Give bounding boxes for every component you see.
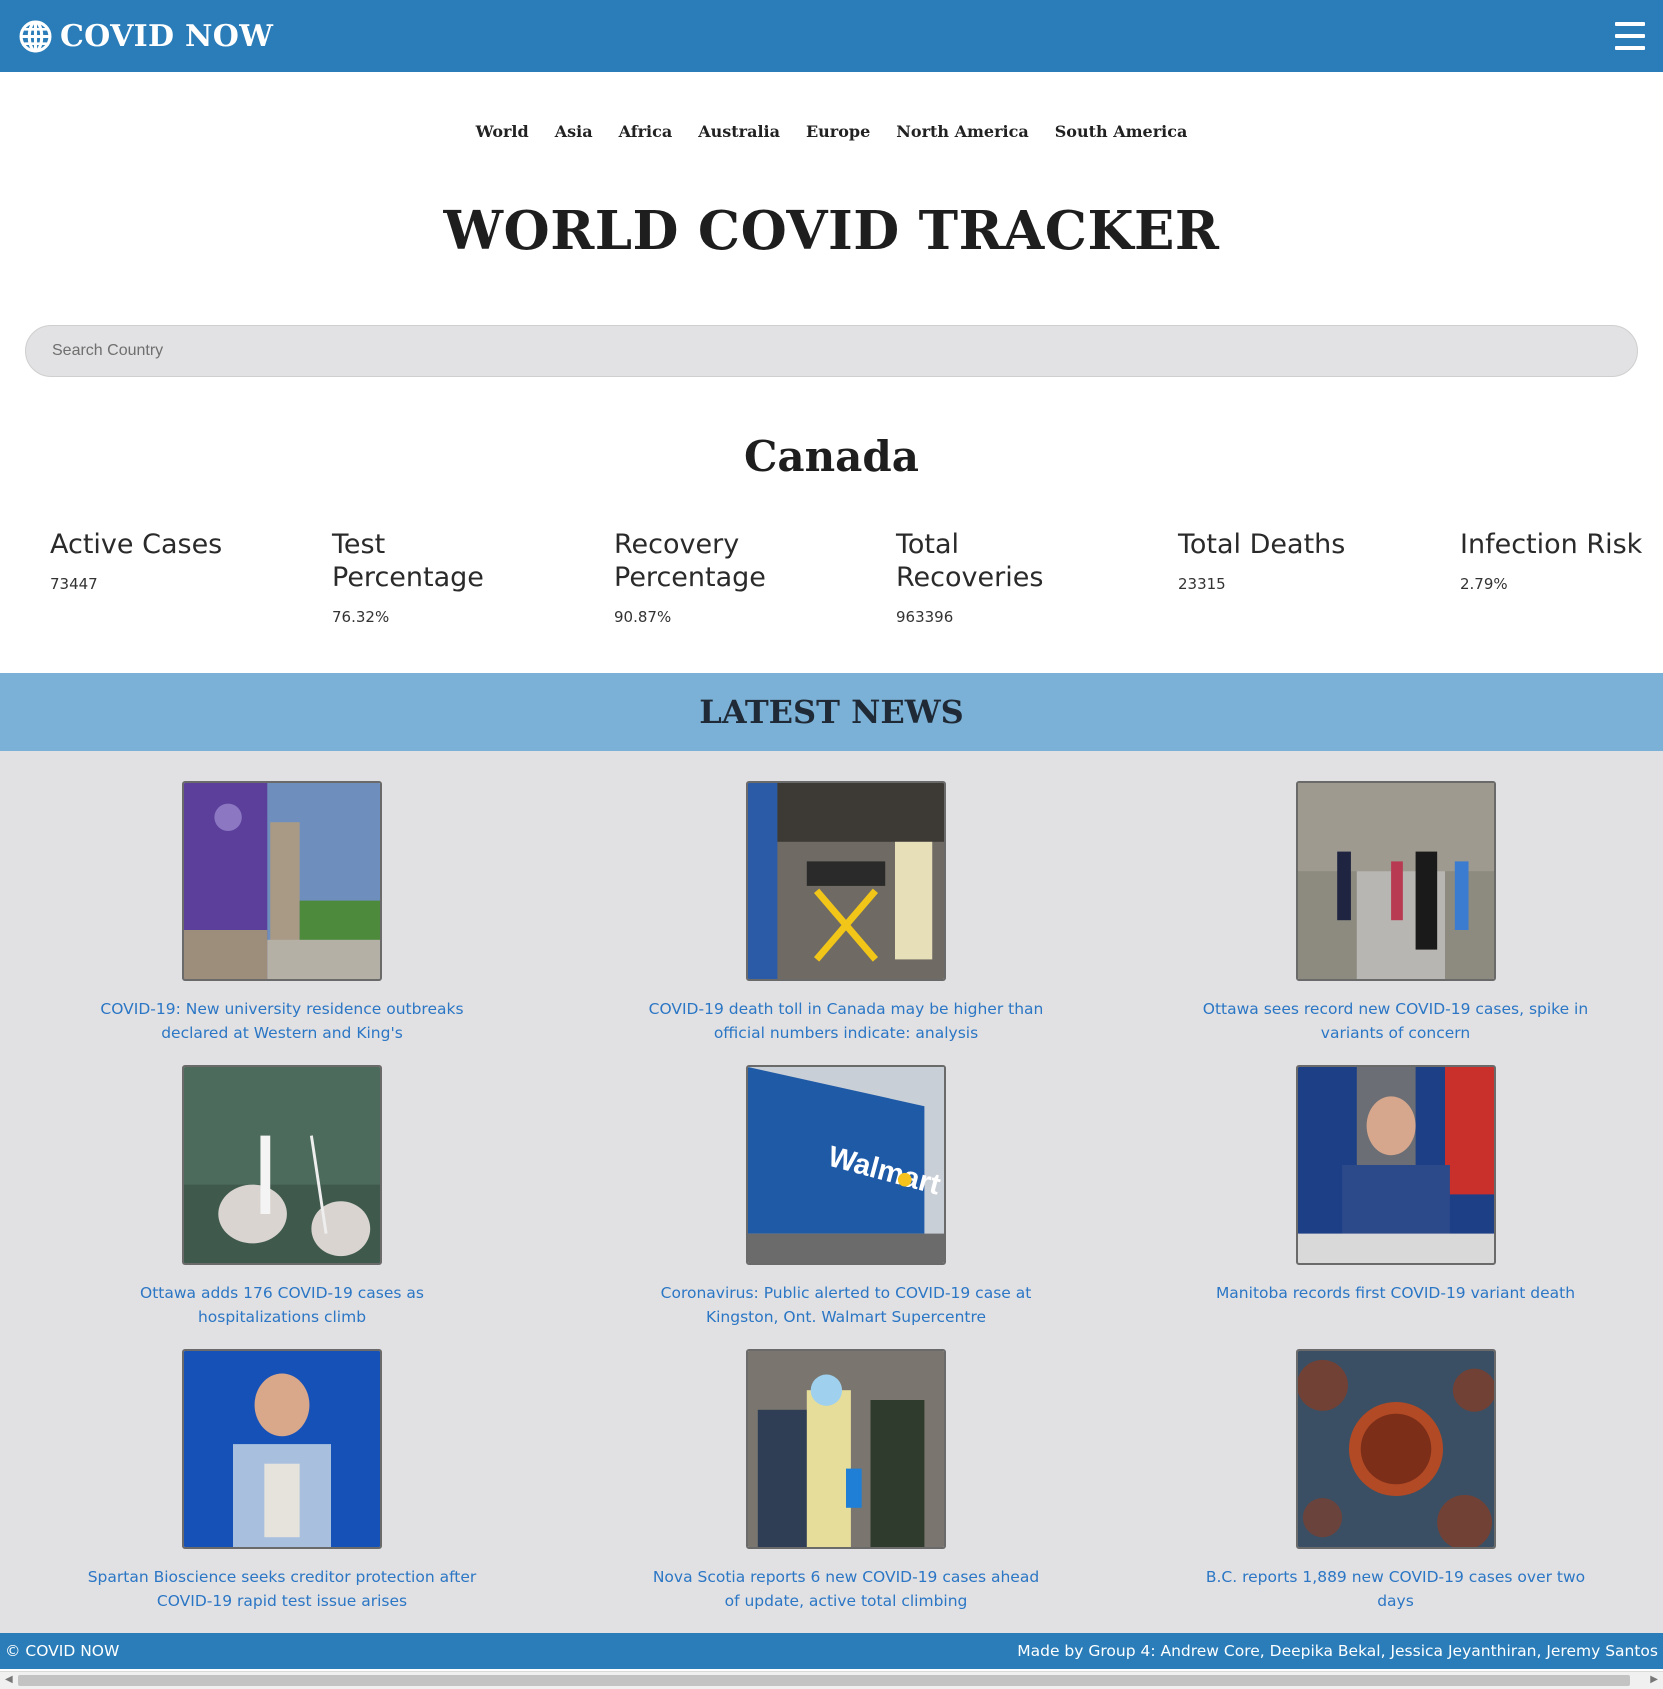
stat-label: Infection Risk — [1460, 529, 1643, 560]
virus-illustration-photo[interactable] — [1295, 1349, 1496, 1549]
stat-total-deaths: Total Deaths 23315 — [1178, 528, 1460, 626]
test-swab-photo[interactable] — [182, 1065, 382, 1265]
walmart-store-photo[interactable]: Walmart — [746, 1065, 946, 1265]
top-navbar: COVID NOW — [0, 0, 1663, 72]
latest-news-header: LATEST NEWS — [0, 673, 1663, 751]
hospital-stretcher-photo[interactable] — [746, 781, 946, 981]
stat-label: Total Deaths — [1178, 529, 1346, 560]
region-link-asia[interactable]: Asia — [555, 122, 593, 152]
news-headline-link[interactable]: Spartan Bioscience seeks creditor protec… — [82, 1565, 482, 1613]
region-link-africa[interactable]: Africa — [619, 122, 673, 152]
news-section: COVID-19: New university residence outbr… — [0, 751, 1663, 1633]
testing-site-photo[interactable] — [746, 1349, 946, 1549]
search-container — [25, 325, 1638, 377]
news-card[interactable]: Spartan Bioscience seeks creditor protec… — [0, 1349, 564, 1633]
news-headline-link[interactable]: Manitoba records first COVID-19 variant … — [1196, 1281, 1596, 1305]
stat-test-percentage: Test Percentage 76.32% — [332, 528, 614, 626]
man-with-test-device-photo[interactable] — [182, 1349, 382, 1549]
horizontal-scrollbar[interactable]: ◀ ▶ — [0, 1671, 1663, 1689]
stat-total-recoveries: Total Recoveries 963396 — [896, 528, 1178, 626]
stat-value: 73447 — [50, 575, 98, 593]
page-title: WORLD COVID TRACKER — [443, 200, 1220, 262]
globe-icon — [19, 20, 52, 52]
news-card[interactable]: Nova Scotia reports 6 new COVID-19 cases… — [564, 1349, 1128, 1633]
scroll-right-arrow-icon[interactable]: ▶ — [1650, 1674, 1658, 1685]
news-headline-link[interactable]: Nova Scotia reports 6 new COVID-19 cases… — [646, 1565, 1046, 1613]
stat-value: 963396 — [896, 608, 954, 626]
news-card[interactable]: Ottawa sees record new COVID-19 cases, s… — [1128, 781, 1663, 1065]
news-grid: COVID-19: New university residence outbr… — [0, 781, 1663, 1633]
news-card[interactable]: B.C. reports 1,889 new COVID-19 cases ov… — [1128, 1349, 1663, 1633]
scrollbar-thumb[interactable] — [18, 1675, 1630, 1686]
news-headline-link[interactable]: COVID-19: New university residence outbr… — [82, 997, 482, 1045]
news-headline-link[interactable]: Ottawa sees record new COVID-19 cases, s… — [1196, 997, 1596, 1045]
news-headline-link[interactable]: COVID-19 death toll in Canada may be hig… — [646, 997, 1046, 1045]
region-link-world[interactable]: World — [476, 122, 529, 152]
stat-active-cases: Active Cases 73447 — [50, 528, 332, 626]
stat-label: Test Percentage — [332, 529, 484, 593]
footer-credits: Made by Group 4: Andrew Core, Deepika Be… — [1017, 1642, 1658, 1660]
footer-copyright: © COVID NOW — [5, 1642, 120, 1660]
region-nav: World Asia Africa Australia Europe North… — [0, 122, 1663, 152]
footer: © COVID NOW Made by Group 4: Andrew Core… — [0, 1633, 1663, 1669]
people-walking-path-photo[interactable] — [1295, 781, 1496, 981]
region-link-north-america[interactable]: North America — [896, 122, 1028, 152]
news-headline-link[interactable]: Coronavirus: Public alerted to COVID-19 … — [646, 1281, 1046, 1329]
brand-logo[interactable]: COVID NOW — [19, 19, 273, 54]
news-headline-link[interactable]: B.C. reports 1,889 new COVID-19 cases ov… — [1196, 1565, 1596, 1613]
country-search-input[interactable] — [25, 325, 1638, 377]
latest-news-title: LATEST NEWS — [699, 693, 964, 731]
news-card[interactable]: COVID-19 death toll in Canada may be hig… — [564, 781, 1128, 1065]
press-conference-photo[interactable] — [1295, 1065, 1496, 1265]
stat-label: Recovery Percentage — [614, 529, 766, 593]
stat-recovery-percentage: Recovery Percentage 90.87% — [614, 528, 896, 626]
country-name: Canada — [744, 432, 919, 481]
scroll-left-arrow-icon[interactable]: ◀ — [5, 1674, 13, 1685]
region-link-australia[interactable]: Australia — [698, 122, 780, 152]
region-link-south-america[interactable]: South America — [1055, 122, 1188, 152]
stat-value: 76.32% — [332, 608, 390, 626]
brand-name: COVID NOW — [60, 18, 274, 54]
university-sign-photo[interactable] — [182, 781, 382, 981]
stat-infection-risk: Infection Risk 2.79% — [1460, 528, 1663, 626]
news-headline-link[interactable]: Ottawa adds 176 COVID-19 cases as hospit… — [82, 1281, 482, 1329]
stat-value: 2.79% — [1460, 575, 1508, 593]
news-card[interactable]: Manitoba records first COVID-19 variant … — [1128, 1065, 1663, 1349]
stat-value: 23315 — [1178, 575, 1226, 593]
stat-value: 90.87% — [614, 608, 672, 626]
region-link-europe[interactable]: Europe — [806, 122, 870, 152]
hamburger-icon[interactable] — [1615, 22, 1645, 50]
stat-label: Active Cases — [50, 529, 223, 560]
stats-row: Active Cases 73447 Test Percentage 76.32… — [50, 528, 1663, 626]
stat-label: Total Recoveries — [896, 529, 1044, 593]
news-card[interactable]: COVID-19: New university residence outbr… — [0, 781, 564, 1065]
news-card[interactable]: Walmart Coronavirus: Public alerted to C… — [564, 1065, 1128, 1349]
news-card[interactable]: Ottawa adds 176 COVID-19 cases as hospit… — [0, 1065, 564, 1349]
